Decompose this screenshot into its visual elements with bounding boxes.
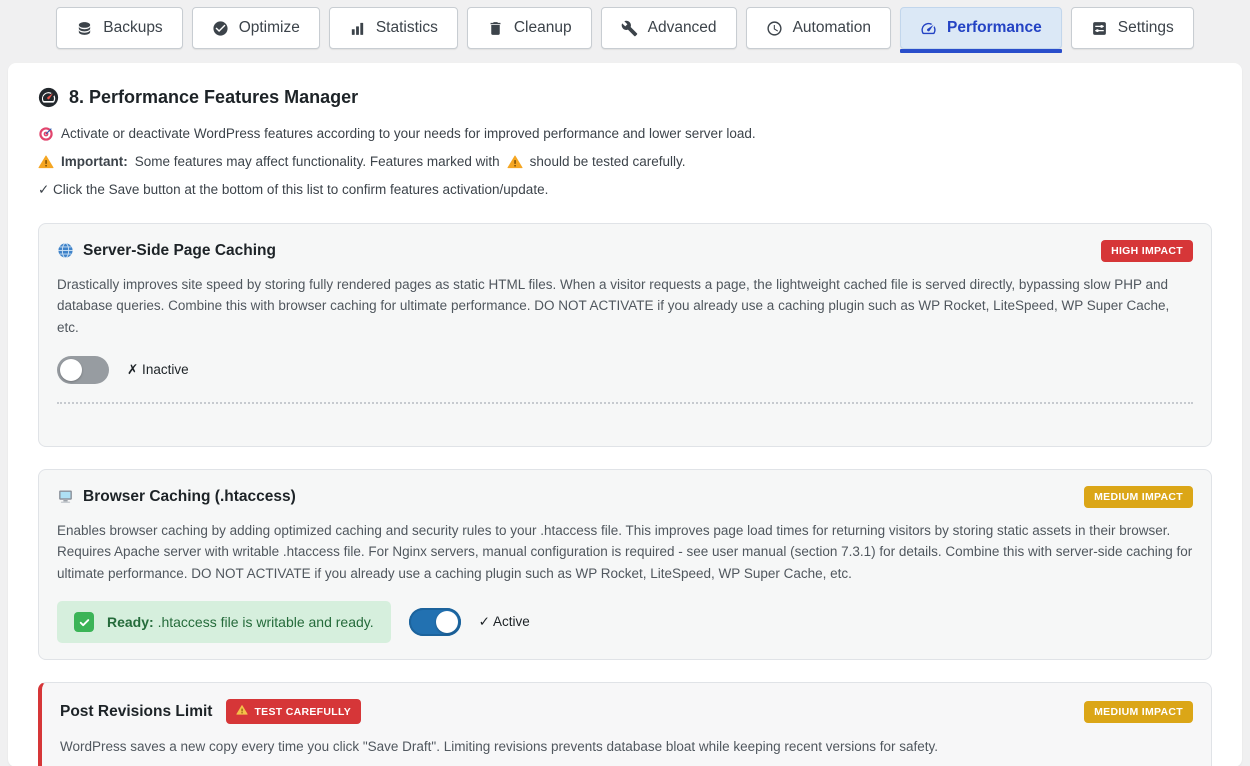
tab-statistics[interactable]: Statistics xyxy=(329,7,458,49)
tab-label: Statistics xyxy=(376,19,438,37)
computer-icon xyxy=(57,488,74,505)
tab-cleanup[interactable]: Cleanup xyxy=(467,7,592,49)
tab-bar: Backups Optimize Statistics Cleanup Adva… xyxy=(0,0,1250,56)
check-circle-icon xyxy=(212,20,229,37)
warning-icon xyxy=(507,154,523,170)
impact-badge: MEDIUM IMPACT xyxy=(1084,701,1193,723)
card-server-side-page-caching: Server-Side Page Caching HIGH IMPACT Dra… xyxy=(38,223,1212,447)
warning-icon xyxy=(236,704,248,719)
feature-title: Post Revisions Limit xyxy=(60,703,212,721)
impact-badge: MEDIUM IMPACT xyxy=(1084,486,1193,508)
intro-important-line: Important: Some features may affect func… xyxy=(38,152,1212,173)
sliders-icon xyxy=(1091,20,1108,37)
tab-label: Settings xyxy=(1118,19,1174,37)
wrench-icon xyxy=(621,20,638,37)
tab-label: Cleanup xyxy=(514,19,572,37)
toggle-knob xyxy=(60,359,82,381)
tab-label: Performance xyxy=(947,19,1042,37)
toggle-state-label: ✓ Active xyxy=(479,614,530,630)
feature-description: WordPress saves a new copy every time yo… xyxy=(60,736,1193,758)
toggle-state-label: ✗ Inactive xyxy=(127,362,189,378)
tab-label: Backups xyxy=(103,19,162,37)
tab-label: Automation xyxy=(793,19,871,37)
tab-label: Optimize xyxy=(239,19,300,37)
toggle-knob xyxy=(436,611,458,633)
speedometer-icon xyxy=(38,87,59,108)
intro-block: Activate or deactivate WordPress feature… xyxy=(38,124,1212,201)
intro-goal-line: Activate or deactivate WordPress feature… xyxy=(38,124,1212,145)
warning-icon xyxy=(38,154,54,170)
page-title: 8. Performance Features Manager xyxy=(38,87,1212,108)
tab-advanced[interactable]: Advanced xyxy=(601,7,737,49)
impact-badge: HIGH IMPACT xyxy=(1101,240,1193,262)
bar-chart-icon xyxy=(349,20,366,37)
tab-automation[interactable]: Automation xyxy=(746,7,891,49)
database-backup-icon xyxy=(76,20,93,37)
tab-settings[interactable]: Settings xyxy=(1071,7,1194,49)
card-post-revisions-limit: Post Revisions Limit TEST CAREFULLY MEDI… xyxy=(38,682,1212,766)
target-icon xyxy=(38,126,54,142)
feature-title: Server-Side Page Caching xyxy=(57,242,276,260)
performance-panel: 8. Performance Features Manager Activate… xyxy=(8,63,1242,766)
trash-icon xyxy=(487,20,504,37)
feature-description: Enables browser caching by adding optimi… xyxy=(57,520,1193,585)
tab-label: Advanced xyxy=(648,19,717,37)
globe-icon xyxy=(57,242,74,259)
intro-save-line: ✓ Click the Save button at the bottom of… xyxy=(38,180,1212,201)
feature-title: Browser Caching (.htaccess) xyxy=(57,488,296,506)
divider xyxy=(57,402,1193,430)
green-check-icon xyxy=(74,612,94,632)
gauge-icon xyxy=(920,20,937,37)
test-carefully-badge: TEST CAREFULLY xyxy=(226,699,361,724)
server-caching-toggle[interactable] xyxy=(57,356,109,384)
feature-description: Drastically improves site speed by stori… xyxy=(57,274,1193,339)
clock-icon xyxy=(766,20,783,37)
tab-performance[interactable]: Performance xyxy=(900,7,1062,49)
card-browser-caching: Browser Caching (.htaccess) MEDIUM IMPAC… xyxy=(38,469,1212,661)
browser-caching-toggle[interactable] xyxy=(409,608,461,636)
tab-optimize[interactable]: Optimize xyxy=(192,7,320,49)
tab-backups[interactable]: Backups xyxy=(56,7,182,49)
htaccess-ready-status: Ready: .htaccess file is writable and re… xyxy=(57,601,391,643)
